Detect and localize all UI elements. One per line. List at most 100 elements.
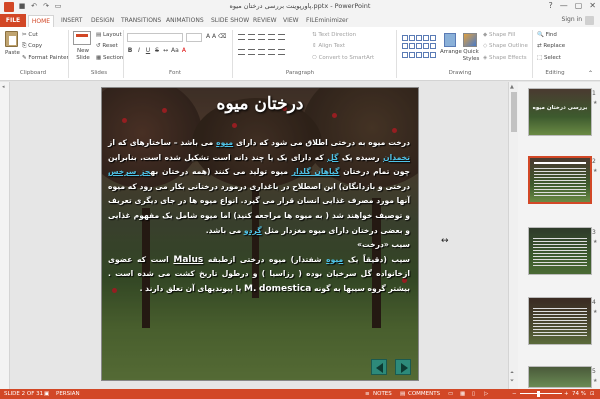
slide-thumbnail-5[interactable] <box>528 366 592 388</box>
shape-icon[interactable] <box>402 43 408 50</box>
shape-icon[interactable] <box>409 35 415 41</box>
zoom-slider[interactable] <box>520 393 562 394</box>
slide-canvas[interactable]: درختان میوه درخت میوه به درختی اطلاق می … <box>101 87 419 381</box>
justify-icon[interactable] <box>268 49 275 55</box>
minimize-icon[interactable]: — <box>560 1 568 10</box>
format-painter-button[interactable]: ✎ Format Painter <box>22 55 69 61</box>
align-right-icon[interactable] <box>258 49 265 55</box>
shape-icon[interactable] <box>430 35 436 41</box>
quick-styles-button[interactable]: Quick Styles <box>461 49 481 63</box>
align-center-icon[interactable] <box>248 49 255 55</box>
notes-button[interactable]: NOTES <box>373 391 392 397</box>
tab-fileminimizer[interactable]: FILEminimizer <box>306 15 348 27</box>
shapes-gallery[interactable] <box>402 35 436 59</box>
zoom-level[interactable]: 74 % <box>572 391 586 397</box>
new-slide-button[interactable]: New Slide <box>71 48 95 62</box>
strikethrough-icon[interactable]: S <box>154 47 160 54</box>
scrollbar-thumb[interactable] <box>511 92 517 132</box>
tab-animations[interactable]: ANIMATIONS <box>166 15 204 27</box>
paste-icon[interactable] <box>5 31 18 47</box>
quick-styles-icon[interactable] <box>463 33 477 47</box>
shape-icon[interactable] <box>430 43 436 50</box>
shape-effects-button[interactable]: ◈ Shape Effects <box>483 55 527 61</box>
cut-button[interactable]: ✂ Cut <box>22 32 38 38</box>
font-name-input[interactable] <box>127 33 183 42</box>
font-size-adjust[interactable]: A A ⌫ <box>206 33 227 40</box>
numbering-icon[interactable] <box>248 34 255 40</box>
shape-icon[interactable] <box>416 43 422 50</box>
shape-icon[interactable] <box>423 35 429 41</box>
shape-icon[interactable] <box>423 51 429 58</box>
bullets-icon[interactable] <box>238 34 245 40</box>
sign-in-link[interactable]: Sign in <box>562 16 582 23</box>
line-spacing-icon[interactable] <box>278 34 285 40</box>
hyperlink-ovary[interactable]: تخمدان <box>383 153 410 162</box>
shape-icon[interactable] <box>423 43 429 50</box>
shape-fill-button[interactable]: ◆ Shape Fill <box>483 32 515 38</box>
slide-scrollbar[interactable]: ▲ ⏶ ⏷ <box>508 82 518 389</box>
previous-slide-button[interactable] <box>371 359 387 375</box>
hyperlink-fruit[interactable]: میوه <box>216 138 233 147</box>
reading-view-icon[interactable]: ▯ <box>472 391 475 397</box>
prev-slide-icon[interactable]: ⏶ <box>510 370 514 376</box>
shape-icon[interactable] <box>416 35 422 41</box>
replace-button[interactable]: ⇄ Replace <box>537 43 565 49</box>
shape-icon[interactable] <box>416 51 422 58</box>
tab-design[interactable]: DESIGN <box>91 15 114 27</box>
align-left-icon[interactable] <box>238 49 245 55</box>
zoom-out-icon[interactable]: − <box>512 391 517 397</box>
shape-icon[interactable] <box>409 51 415 58</box>
text-direction-button[interactable]: ⇅ Text Direction <box>312 32 356 38</box>
fit-to-window-icon[interactable]: ⊡ <box>590 391 595 397</box>
hyperlink-walnut[interactable]: گردو <box>244 226 262 235</box>
tab-home[interactable]: HOME <box>28 15 54 27</box>
collapse-ribbon-icon[interactable]: ⌃ <box>588 70 593 77</box>
select-button[interactable]: ⬚ Select <box>537 55 561 61</box>
copy-button[interactable]: ⎘ Copy <box>22 43 42 50</box>
shape-icon[interactable] <box>409 43 415 50</box>
tab-file[interactable]: FILE <box>0 14 26 27</box>
comments-icon[interactable]: ▤ <box>400 391 405 397</box>
slide-title[interactable]: درختان میوه <box>102 94 418 114</box>
underline-icon[interactable]: U <box>145 47 151 54</box>
shape-icon[interactable] <box>402 51 408 58</box>
normal-view-icon[interactable]: ▭ <box>448 391 453 397</box>
shape-icon[interactable] <box>402 35 408 41</box>
arrange-icon[interactable] <box>444 33 456 47</box>
scroll-up-icon[interactable]: ▲ <box>510 84 514 90</box>
shape-outline-button[interactable]: ◇ Shape Outline <box>483 43 528 49</box>
tab-insert[interactable]: INSERT <box>61 15 82 27</box>
comments-button[interactable]: COMMENTS <box>408 391 440 397</box>
tab-slide-show[interactable]: SLIDE SHOW <box>211 15 249 27</box>
slide-thumbnail-3[interactable] <box>528 227 592 275</box>
next-slide-button[interactable] <box>395 359 411 375</box>
close-icon[interactable]: ✕ <box>589 1 596 10</box>
section-button[interactable]: ▦ Section <box>96 55 123 61</box>
slideshow-view-icon[interactable]: ▷ <box>484 391 488 397</box>
hyperlink-tree-fern[interactable]: جز سرخس <box>108 167 150 176</box>
spellcheck-icon[interactable]: ▣ <box>44 391 49 397</box>
char-spacing-icon[interactable]: ↔ <box>163 47 168 54</box>
slide-thumbnail-2[interactable] <box>528 156 592 204</box>
increase-indent-icon[interactable] <box>268 34 275 40</box>
new-slide-icon[interactable] <box>73 31 91 45</box>
hyperlink-flowering-plants[interactable]: گیاهان گلدار <box>292 167 340 176</box>
align-text-button[interactable]: ⇕ Align Text <box>312 43 345 49</box>
slide-indicator[interactable]: SLIDE 2 OF 31 <box>4 391 43 397</box>
avatar[interactable] <box>585 16 594 25</box>
reset-button[interactable]: ↺ Reset <box>96 43 118 49</box>
slide-body-text[interactable]: درخت میوه به درختی اطلاق می شود که دارای… <box>108 136 410 297</box>
next-slide-icon[interactable]: ⏷ <box>510 378 514 384</box>
font-color-icon[interactable]: A <box>182 47 186 54</box>
columns-icon[interactable] <box>278 49 285 55</box>
slide-thumbnail-4[interactable] <box>528 297 592 345</box>
find-button[interactable]: 🔍 Find <box>537 32 557 38</box>
hyperlink-fruit[interactable]: میوه <box>326 255 343 264</box>
slide-sorter-icon[interactable]: ▦ <box>460 391 465 397</box>
expand-pane-icon[interactable]: ◂ <box>2 84 5 90</box>
zoom-in-icon[interactable]: + <box>564 391 569 397</box>
tab-transitions[interactable]: TRANSITIONS <box>121 15 161 27</box>
help-icon[interactable]: ? <box>548 1 552 10</box>
hyperlink-flower[interactable]: گل <box>327 153 338 162</box>
tab-view[interactable]: VIEW <box>283 15 299 27</box>
